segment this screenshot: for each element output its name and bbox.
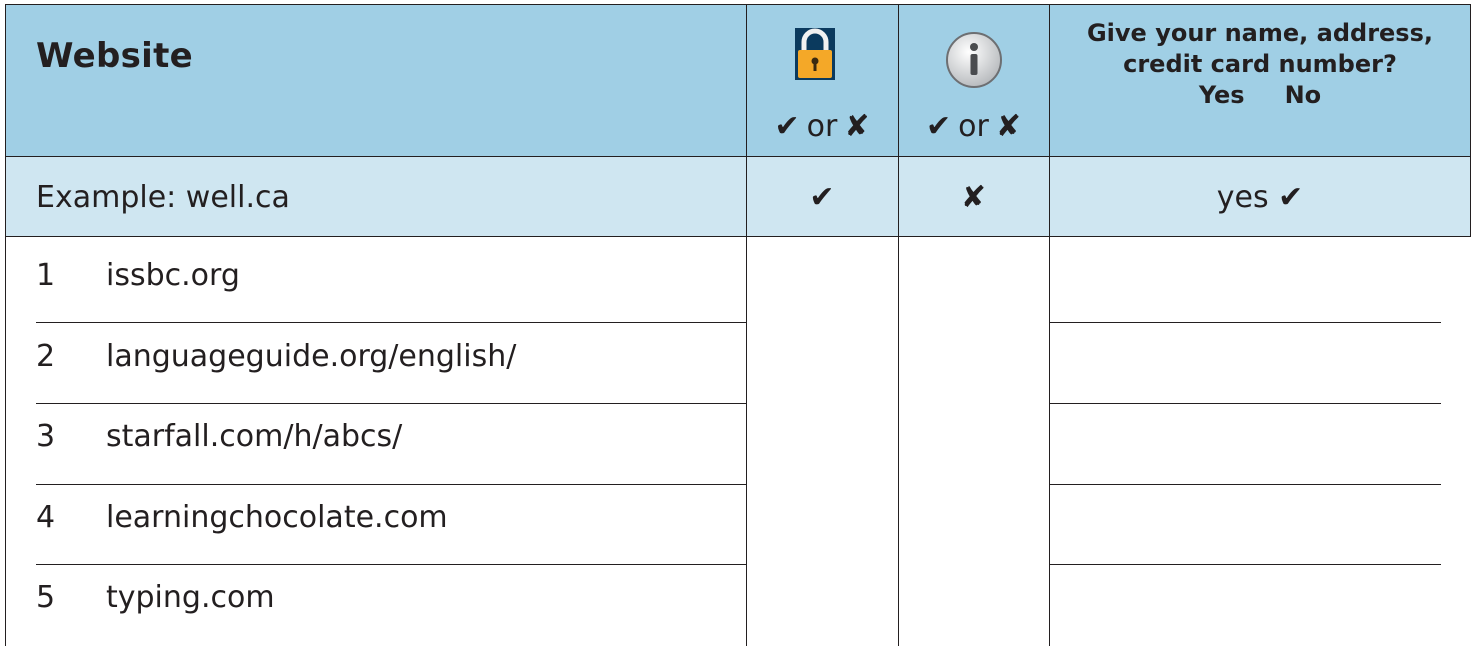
row-website: learningchocolate.com [106,500,448,535]
cross-mark-icon: ✘ [995,108,1021,144]
row-website: typing.com [106,580,275,615]
row-separator [36,403,746,404]
check-mark-icon: ✔ [774,108,800,144]
lock-answer-cells [747,238,898,646]
row-number: 3 [36,419,56,454]
example-info-value: ✘ [960,179,987,215]
table-left-border [5,237,6,646]
info-column-answer-key: ✔ or ✘ [898,104,1049,148]
row-number: 1 [36,258,56,293]
row-website: starfall.com/h/abcs/ [106,419,403,454]
website-safety-worksheet: Website ✔ or ✘ ✔ or ✘ Give your name, ad… [0,0,1475,646]
personal-info-column-header: Give your name, address, credit card num… [1050,18,1470,111]
example-lock-value: ✔ [809,179,835,215]
row-separator [36,484,746,485]
row-website: issbc.org [106,258,240,293]
row-number: 4 [36,500,56,535]
row-website: languageguide.org/english/ [106,339,517,374]
no-label: No [1284,81,1322,109]
example-site-label: Example: well.ca [36,179,290,215]
info-answer-cells [899,238,1049,646]
header-line-1: Give your name, address, [1086,19,1433,47]
yes-no-labels: Yes No [1199,80,1321,111]
or-label: or [958,108,989,144]
cross-mark-icon: ✘ [844,108,870,144]
row-separator [36,564,746,565]
example-give-value: yes ✔ [1216,179,1304,215]
yes-label: Yes [1198,81,1245,109]
personal-info-answer-cells [1050,238,1471,646]
row-separator [36,322,746,323]
website-column-header: Website [36,36,193,76]
row-number: 2 [36,339,56,374]
check-mark-icon: ✔ [926,108,952,144]
row-number: 5 [36,580,56,615]
lock-column-answer-key: ✔ or ✘ [746,104,898,148]
padlock-icon [795,28,835,80]
header-line-2: credit card number? [1123,50,1397,78]
or-label: or [806,108,838,144]
info-icon [946,32,1002,88]
